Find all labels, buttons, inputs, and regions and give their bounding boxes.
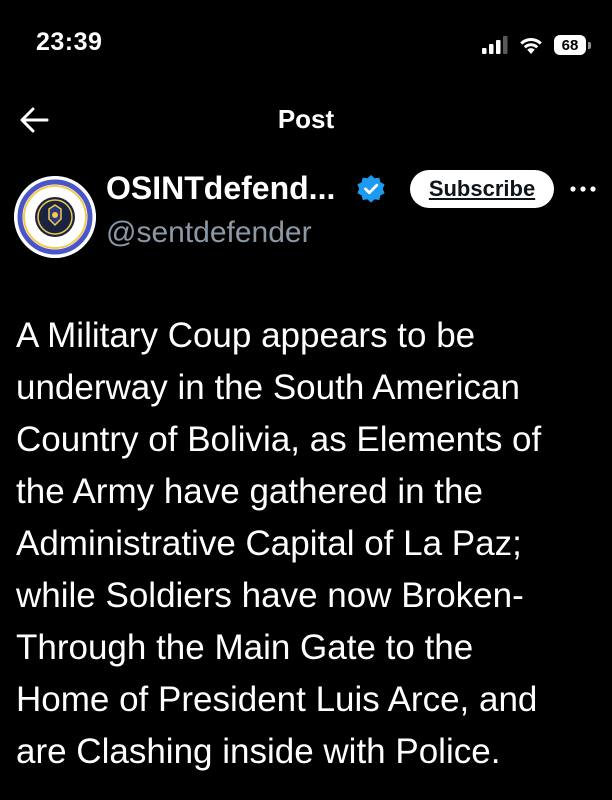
more-horizontal-icon: [570, 186, 596, 192]
verified-badge-icon: [357, 175, 385, 203]
wifi-icon: [520, 38, 542, 54]
avatar[interactable]: [14, 176, 96, 258]
display-name[interactable]: OSINTdefend...: [106, 170, 335, 207]
more-options-button[interactable]: [566, 176, 600, 202]
osint-defender-logo: [14, 176, 96, 258]
user-handle[interactable]: @sentdefender: [106, 216, 312, 250]
battery-tip: [588, 41, 591, 49]
status-bar: 23:39 68: [0, 0, 612, 88]
author-row: OSINTdefend... @sentdefender Subscribe: [0, 162, 612, 262]
signal-icon: [482, 36, 508, 54]
page-title: Post: [277, 104, 335, 134]
post-text: A Military Coup appears to be underway i…: [16, 316, 542, 771]
nav-bar: Post: [0, 88, 612, 152]
battery-level: 68: [554, 35, 586, 55]
status-icons: 68: [482, 33, 592, 57]
post-screen: 23:39 68 Post OSINTdefend... @sentdefend…: [0, 0, 612, 800]
subscribe-button[interactable]: Subscribe: [410, 170, 554, 208]
status-time: 23:39: [36, 28, 103, 56]
battery-icon: 68: [554, 34, 592, 56]
